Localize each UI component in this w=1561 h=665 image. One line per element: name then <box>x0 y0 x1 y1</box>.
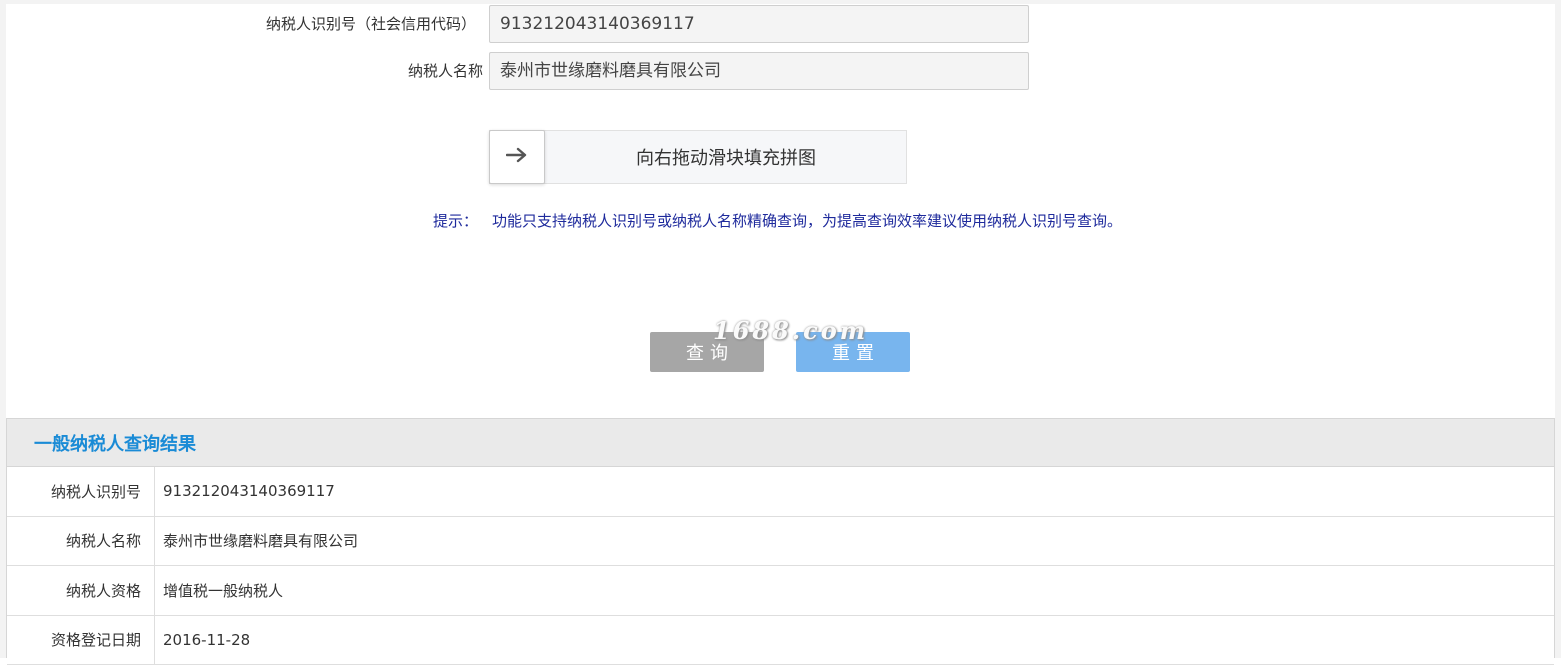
tip-text: 功能只支持纳税人识别号或纳税人名称精确查询，为提高查询效率建议使用纳税人识别号查… <box>492 212 1122 230</box>
results-header: 一般纳税人查询结果 <box>7 419 1554 467</box>
slider-handle[interactable] <box>489 130 545 184</box>
right-border <box>1555 0 1561 658</box>
results-panel: 一般纳税人查询结果 纳税人识别号 913212043140369117 纳税人名… <box>6 418 1555 658</box>
taxpayer-name-label: 纳税人名称 <box>200 52 483 90</box>
tip-label: 提示： <box>433 212 478 230</box>
result-value: 泰州市世缘磨料磨具有限公司 <box>155 517 358 566</box>
result-row-qualification: 纳税人资格 增值税一般纳税人 <box>7 566 1554 616</box>
query-tip: 提示： 功能只支持纳税人识别号或纳税人名称精确查询，为提高查询效率建议使用纳税人识… <box>433 210 1122 232</box>
watermark: 1688.com <box>713 316 868 345</box>
slider-instruction: 向右拖动滑块填充拼图 <box>546 131 906 183</box>
result-row-name: 纳税人名称 泰州市世缘磨料磨具有限公司 <box>7 517 1554 567</box>
result-value: 2016-11-28 <box>155 616 250 665</box>
top-border <box>0 0 1561 4</box>
result-value: 913212043140369117 <box>155 467 335 516</box>
result-key: 纳税人资格 <box>7 566 155 615</box>
result-value: 增值税一般纳税人 <box>155 566 283 615</box>
slider-captcha[interactable]: 向右拖动滑块填充拼图 <box>489 130 907 184</box>
result-key: 纳税人识别号 <box>7 467 155 516</box>
result-key: 纳税人名称 <box>7 517 155 566</box>
taxpayer-name-input[interactable]: 泰州市世缘磨料磨具有限公司 <box>489 52 1029 90</box>
result-key: 资格登记日期 <box>7 616 155 665</box>
tax-id-input[interactable]: 913212043140369117 <box>489 5 1029 43</box>
tax-id-label: 纳税人识别号（社会信用代码） <box>200 5 476 43</box>
result-row-tax-id: 纳税人识别号 913212043140369117 <box>7 467 1554 517</box>
results-title: 一般纳税人查询结果 <box>34 430 196 456</box>
arrow-right-icon <box>506 147 528 167</box>
